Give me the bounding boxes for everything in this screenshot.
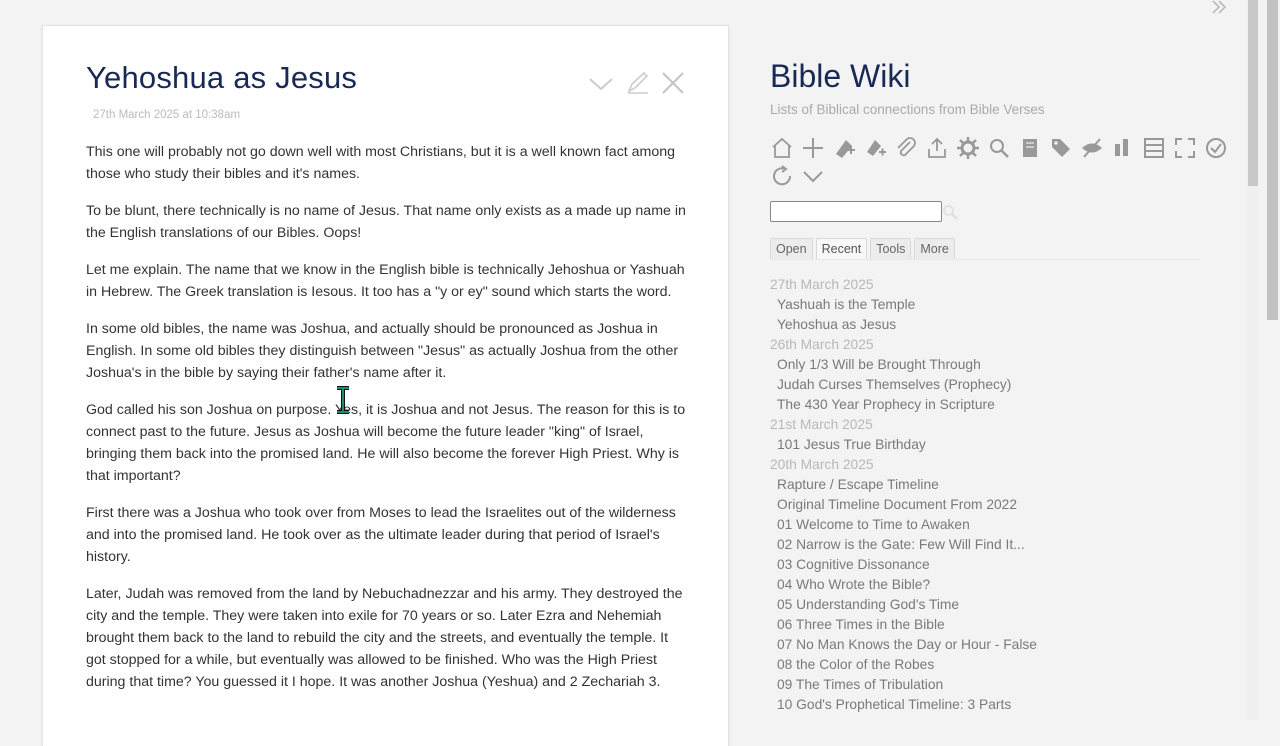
tiddler-body: This one will probably not go down well … — [86, 141, 691, 708]
recent-item[interactable]: Yehoshua as Jesus — [770, 315, 1240, 335]
recent-list: 27th March 2025 Yashuah is the Temple Ye… — [770, 275, 1240, 715]
text-cursor-icon — [334, 386, 352, 414]
recent-item[interactable]: 06 Three Times in the Bible — [770, 615, 1240, 635]
site-title: Bible Wiki — [770, 58, 911, 94]
body-paragraph: Let me explain. The name that we know in… — [86, 262, 685, 300]
tiddler-date: 27th March 2025 at 10:38am — [93, 109, 241, 121]
tiddler-card: Yehoshua as Jesus 27th March 2025 at 10:… — [42, 25, 729, 746]
recent-item[interactable]: 05 Understanding God's Time — [770, 595, 1240, 615]
attachment-icon[interactable] — [894, 136, 918, 160]
search-input[interactable] — [770, 201, 942, 222]
body-paragraph: First there was a Joshua who took over f… — [86, 505, 676, 565]
recent-item[interactable]: 02 Narrow is the Gate: Few Will Find It.… — [770, 535, 1240, 555]
tag-manager-icon[interactable] — [1049, 136, 1073, 160]
storyview-icon[interactable] — [1142, 136, 1166, 160]
control-panel-icon[interactable] — [956, 136, 980, 160]
body-paragraph: Later, Judah was removed from the land b… — [86, 586, 683, 690]
close-icon[interactable] — [660, 70, 686, 96]
recent-item[interactable]: Original Timeline Document From 2022 — [770, 495, 1240, 515]
new-journal-icon[interactable] — [832, 136, 856, 160]
export-icon[interactable] — [925, 136, 949, 160]
scrollbar-thumb[interactable] — [1248, 0, 1258, 186]
recent-item[interactable]: 08 the Color of the Robes — [770, 655, 1240, 675]
recent-date-heading: 27th March 2025 — [770, 277, 874, 292]
fullscreen-icon[interactable] — [1173, 136, 1197, 160]
hide-icon[interactable] — [1080, 136, 1104, 160]
pencil-icon[interactable] — [624, 70, 650, 96]
tiddler-controls — [588, 70, 686, 96]
recent-item[interactable]: 101 Jesus True Birthday — [770, 435, 1240, 455]
body-paragraph: To be blunt, there technically is no nam… — [86, 203, 686, 241]
recent-item[interactable]: The 430 Year Prophecy in Scripture — [770, 395, 1240, 415]
recent-date-heading: 21st March 2025 — [770, 417, 873, 432]
save-icon[interactable] — [1204, 136, 1228, 160]
manager-icon[interactable] — [1018, 136, 1042, 160]
tab-recent[interactable]: Recent — [815, 238, 868, 259]
recent-item[interactable]: 01 Welcome to Time to Awaken — [770, 515, 1240, 535]
recent-item[interactable]: Only 1/3 Will be Brought Through — [770, 355, 1240, 375]
tab-tools[interactable]: Tools — [870, 238, 912, 259]
refresh-icon[interactable] — [770, 164, 794, 188]
body-paragraph: God called his son Joshua on purpose. Ye… — [86, 402, 686, 484]
advanced-search-icon[interactable] — [987, 136, 1011, 160]
body-paragraph: In some old bibles, the name was Joshua,… — [86, 321, 679, 381]
recent-item[interactable]: 03 Cognitive Dissonance — [770, 555, 1240, 575]
tiddler-title: Yehoshua as Jesus — [86, 60, 358, 95]
recent-item[interactable]: 10 God's Prophetical Timeline: 3 Parts — [770, 695, 1240, 715]
sidebar-tabs: Open Recent Tools More — [770, 238, 955, 259]
recent-item[interactable]: 09 The Times of Tribulation — [770, 675, 1240, 695]
recent-item[interactable]: 04 Who Wrote the Bible? — [770, 575, 1240, 595]
layout-icon[interactable] — [1111, 136, 1135, 160]
recent-date-heading: 20th March 2025 — [770, 457, 874, 472]
body-paragraph: This one will probably not go down well … — [86, 144, 676, 182]
recent-date-heading: 26th March 2025 — [770, 337, 874, 352]
tab-open[interactable]: Open — [770, 238, 813, 259]
more-chevron-icon[interactable] — [801, 164, 825, 188]
new-tiddler-icon[interactable] — [801, 136, 825, 160]
recent-item[interactable]: Judah Curses Themselves (Prophecy) — [770, 375, 1240, 395]
sidebar: Bible Wiki Lists of Biblical connections… — [770, 0, 1240, 720]
home-icon[interactable] — [770, 136, 794, 160]
recent-item[interactable]: 07 No Man Knows the Day or Hour - False — [770, 635, 1240, 655]
search-icon[interactable] — [942, 204, 958, 220]
chevron-down-icon[interactable] — [588, 70, 614, 96]
new-image-icon[interactable] — [863, 136, 887, 160]
site-subtitle: Lists of Biblical connections from Bible… — [770, 102, 1045, 117]
recent-item[interactable]: Rapture / Escape Timeline — [770, 475, 1240, 495]
window-scrollbar-thumb[interactable] — [1267, 0, 1278, 320]
tabs-divider — [770, 259, 1200, 260]
tab-more[interactable]: More — [914, 238, 955, 259]
recent-item[interactable]: Yashuah is the Temple — [770, 295, 1240, 315]
